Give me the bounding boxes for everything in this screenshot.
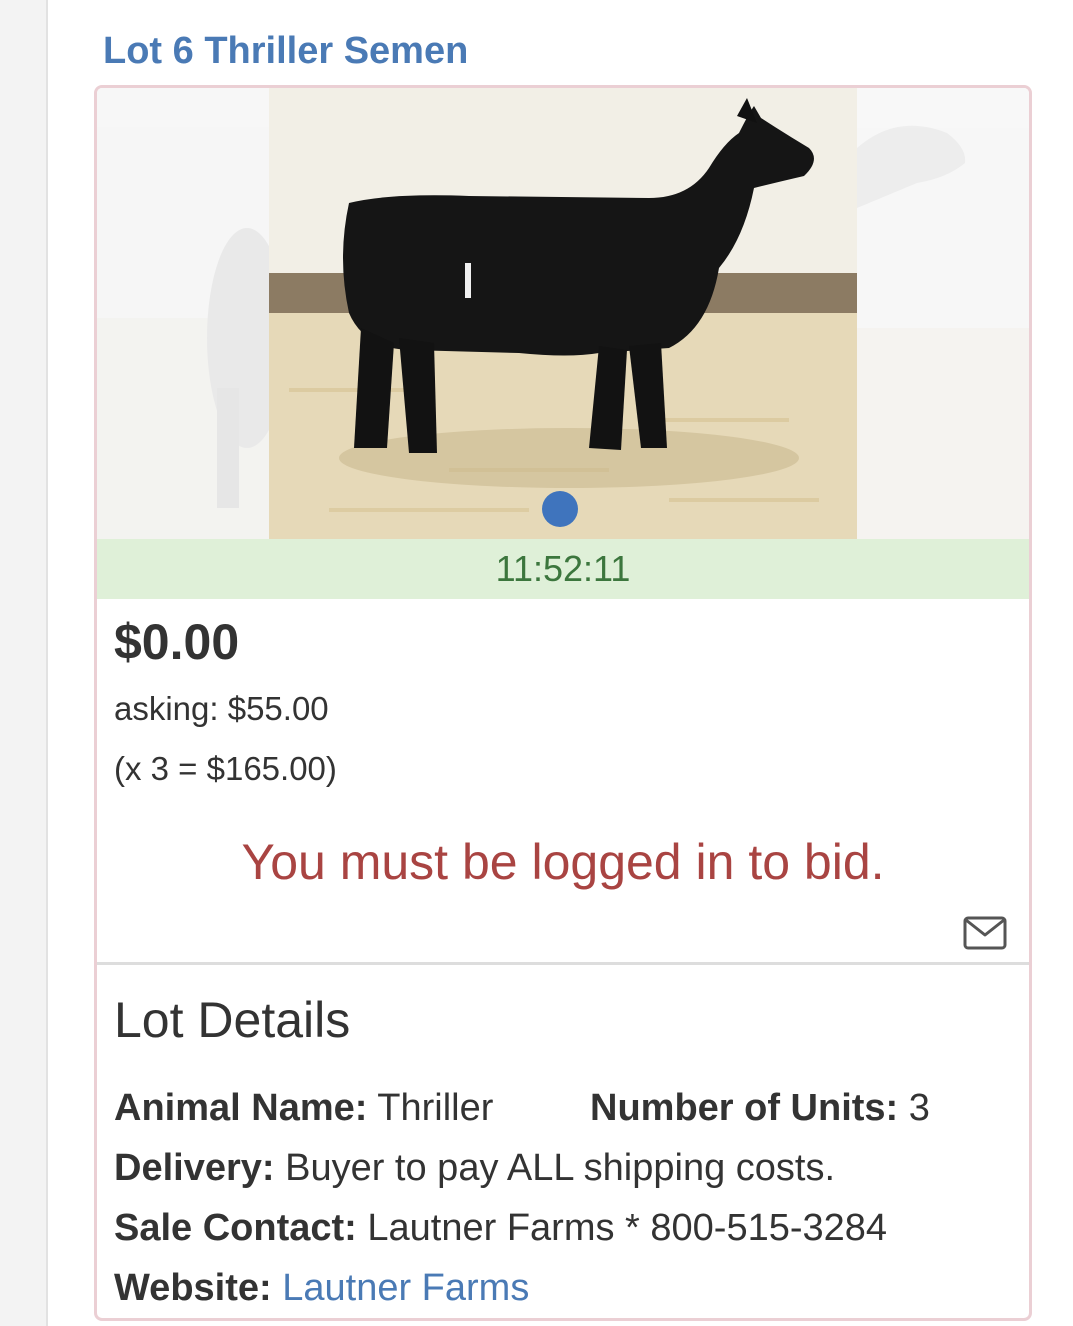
animal-name-value: Thriller [377, 1087, 494, 1129]
website-link[interactable]: Lautner Farms [282, 1267, 529, 1309]
carousel-indicator-dot[interactable] [542, 491, 578, 527]
lot-details-heading: Lot Details [114, 992, 351, 1048]
lot-card: 11:52:11 $0.00 asking: $55.00 (x 3 = $16… [94, 85, 1032, 1321]
lot-image-carousel[interactable] [97, 88, 1029, 539]
units-label: Number of Units: [590, 1087, 899, 1129]
section-divider [97, 962, 1029, 965]
left-sidebar-edge [0, 0, 48, 1326]
website-row: Website: Lautner Farms [114, 1267, 529, 1310]
envelope-icon[interactable] [963, 916, 1007, 950]
units-value: 3 [908, 1087, 930, 1129]
next-slide-ghost[interactable] [857, 88, 1029, 539]
unit-total-price: (x 3 = $165.00) [114, 750, 337, 787]
lot-title-link[interactable]: Lot 6 Thriller Semen [103, 30, 468, 73]
sale-contact-label: Sale Contact: [114, 1207, 357, 1249]
asking-price: asking: $55.00 [114, 690, 329, 727]
login-required-message: You must be logged in to bid. [241, 834, 885, 890]
sale-contact-value: Lautner Farms * 800-515-3284 [367, 1207, 888, 1249]
previous-slide-ghost[interactable] [97, 88, 269, 539]
delivery-label: Delivery: [114, 1147, 275, 1189]
sale-contact-row: Sale Contact: Lautner Farms * 800-515-32… [114, 1207, 887, 1250]
animal-name-row: Animal Name: Thriller [114, 1087, 493, 1130]
animal-name-label: Animal Name: [114, 1087, 368, 1129]
lot-photo[interactable] [269, 88, 857, 539]
delivery-row: Delivery: Buyer to pay ALL shipping cost… [114, 1147, 835, 1190]
units-row: Number of Units: 3 [590, 1087, 930, 1130]
current-bid-price: $0.00 [114, 614, 240, 670]
countdown-timer: 11:52:11 [97, 539, 1029, 599]
website-label: Website: [114, 1267, 272, 1309]
delivery-value: Buyer to pay ALL shipping costs. [285, 1147, 836, 1189]
